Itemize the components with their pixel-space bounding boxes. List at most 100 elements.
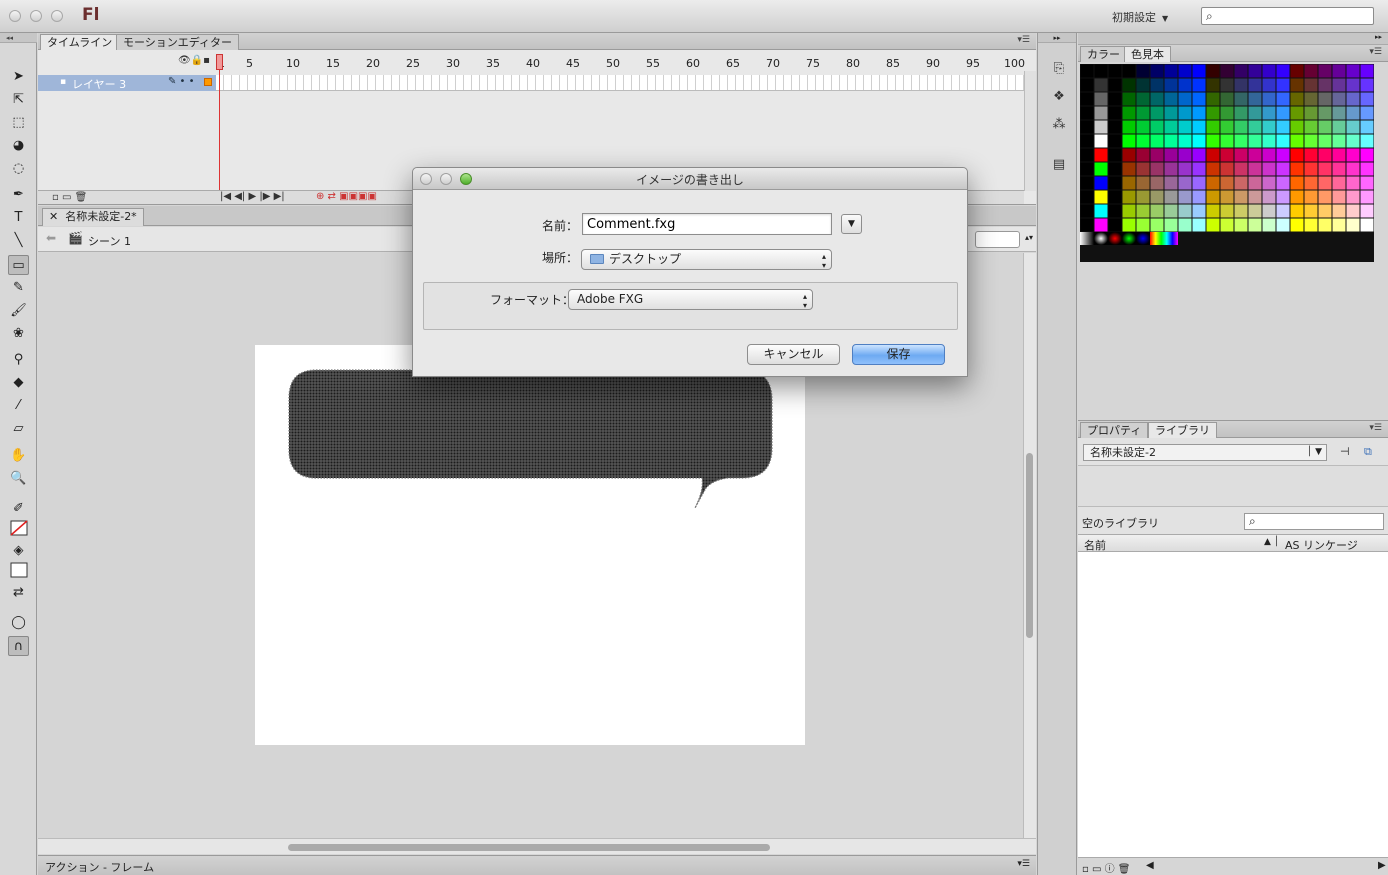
color-swatch[interactable] [1192,64,1206,78]
format-select[interactable]: Adobe FXG ▴ ▾ [568,289,813,310]
color-swatch[interactable] [1122,204,1136,218]
scroll-right-icon[interactable]: ▶ [1378,860,1386,871]
library-actions-icons[interactable]: ▫ ▭ ⓘ 🗑 [1082,860,1130,875]
location-select[interactable]: デスクトップ ▴ ▾ [581,249,832,270]
layer-visibility-icons[interactable]: 👁🔒▪ [178,55,210,66]
color-swatch[interactable] [1136,162,1150,176]
color-swatch[interactable] [1080,162,1094,176]
document-tab[interactable]: ✕ 名称未設定-2* [42,208,144,226]
new-library-icon[interactable]: ⧉ [1364,445,1372,459]
color-swatch[interactable] [1080,148,1094,162]
rectangle-tool-icon[interactable]: ▭ [8,255,29,275]
scene-label[interactable]: シーン 1 [88,233,131,249]
color-swatch[interactable] [1304,92,1318,106]
color-swatch[interactable] [1164,162,1178,176]
color-swatch[interactable] [1304,148,1318,162]
color-swatch[interactable] [1108,64,1122,78]
color-swatch[interactable] [1318,190,1332,204]
color-swatch[interactable] [1206,92,1220,106]
tab-motion-editor[interactable]: モーションエディター [116,34,240,50]
color-swatch[interactable] [1094,134,1108,148]
color-swatch[interactable] [1136,148,1150,162]
color-swatch[interactable] [1290,162,1304,176]
color-swatch[interactable] [1276,134,1290,148]
color-swatch[interactable] [1178,190,1192,204]
color-swatch[interactable] [1262,148,1276,162]
color-swatch[interactable] [1318,134,1332,148]
color-swatch[interactable] [1304,78,1318,92]
playhead[interactable] [216,54,223,70]
color-swatch[interactable] [1150,190,1164,204]
color-swatch[interactable] [1164,134,1178,148]
brush-tool-icon[interactable]: 🖌 [8,301,29,321]
color-swatch[interactable] [1318,218,1332,232]
color-swatch[interactable] [1206,78,1220,92]
color-swatch[interactable] [1276,78,1290,92]
color-swatch[interactable] [1248,218,1262,232]
color-swatch[interactable] [1178,176,1192,190]
color-swatch[interactable] [1206,134,1220,148]
color-swatch[interactable] [1290,64,1304,78]
color-swatch[interactable] [1136,120,1150,134]
color-swatch[interactable] [1234,78,1248,92]
tab-timeline[interactable]: タイムライン [40,34,120,50]
color-swatch[interactable] [1262,218,1276,232]
color-swatch[interactable] [1150,120,1164,134]
free-transform-tool-icon[interactable]: ⬚ [8,113,29,133]
color-swatch[interactable] [1234,190,1248,204]
color-swatch[interactable] [1346,176,1360,190]
color-swatch[interactable] [1276,176,1290,190]
color-swatch[interactable] [1192,106,1206,120]
stroke-color-icon[interactable]: ✐ [8,499,29,519]
color-swatch[interactable] [1318,92,1332,106]
color-swatch[interactable] [1192,190,1206,204]
color-swatch[interactable] [1304,64,1318,78]
color-swatch[interactable] [1248,162,1262,176]
color-swatch[interactable] [1262,92,1276,106]
color-swatch[interactable] [1234,148,1248,162]
color-swatch[interactable] [1108,162,1122,176]
layer-frames[interactable] [216,75,1024,91]
color-swatch[interactable] [1332,148,1346,162]
color-swatch[interactable] [1164,106,1178,120]
color-swatch[interactable] [1276,190,1290,204]
paint-bucket-tool-icon[interactable]: ◆ [8,373,29,393]
color-swatch[interactable] [1080,120,1094,134]
scroll-thumb[interactable] [288,844,770,851]
color-swatch[interactable] [1094,106,1108,120]
color-swatch[interactable] [1262,190,1276,204]
scroll-thumb[interactable] [1026,453,1033,638]
color-swatch[interactable] [1234,106,1248,120]
color-swatch[interactable] [1360,190,1374,204]
color-swatch[interactable] [1206,176,1220,190]
tab-properties[interactable]: プロパティ [1080,422,1149,438]
color-swatch[interactable] [1290,204,1304,218]
color-swatch[interactable] [1360,78,1374,92]
color-swatch[interactable] [1332,204,1346,218]
color-swatch[interactable] [1192,218,1206,232]
fill-color-icon[interactable]: ◈ [8,541,29,561]
color-swatch[interactable] [1136,92,1150,106]
frame-ruler[interactable]: 1 5 10 15 20 25 30 35 40 45 50 55 60 65 … [216,51,1025,70]
color-swatch[interactable] [1304,190,1318,204]
color-swatch[interactable] [1290,120,1304,134]
color-swatch[interactable] [1346,148,1360,162]
color-swatch[interactable] [1346,120,1360,134]
color-swatch[interactable] [1192,120,1206,134]
color-swatch[interactable] [1234,176,1248,190]
lasso-tool-icon[interactable]: ◌ [8,159,29,179]
color-swatch[interactable] [1360,148,1374,162]
color-swatch[interactable] [1080,190,1094,204]
color-swatch[interactable] [1122,78,1136,92]
color-swatch[interactable] [1220,176,1234,190]
layer-row[interactable]: ▪ レイヤー 3 ✎ • • [38,75,216,91]
color-swatch[interactable] [1346,204,1360,218]
color-swatch[interactable] [1192,204,1206,218]
color-swatch[interactable] [1178,78,1192,92]
color-swatch[interactable] [1262,64,1276,78]
document-vertical-scrollbar[interactable] [1023,253,1036,838]
new-layer-icon[interactable]: ▫ ▭ 🗑 [52,192,87,203]
color-swatch[interactable] [1248,204,1262,218]
color-swatch[interactable] [1290,148,1304,162]
color-swatch[interactable] [1290,92,1304,106]
